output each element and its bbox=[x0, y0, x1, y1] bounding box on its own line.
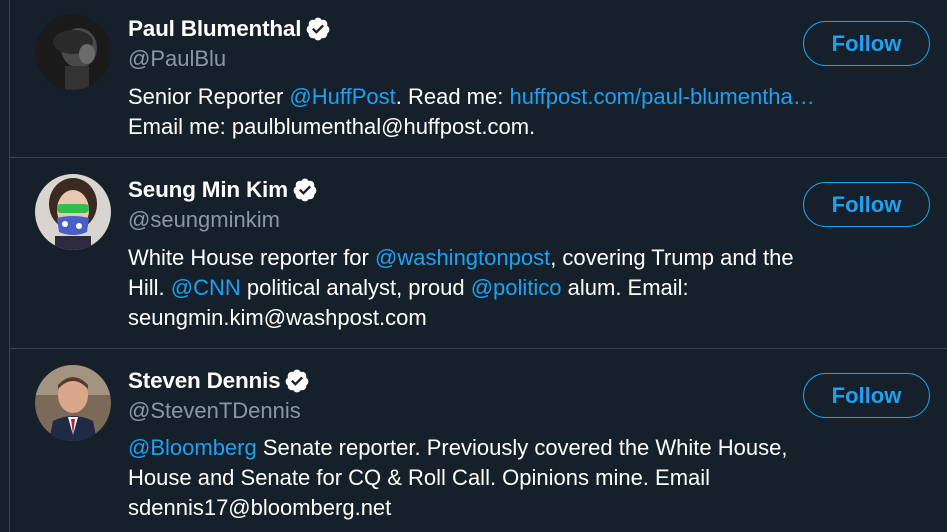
verified-badge-icon bbox=[284, 368, 310, 394]
user-list: Paul Blumenthal @PaulBlu Senior Reporter… bbox=[9, 0, 947, 532]
follow-button[interactable]: Follow bbox=[803, 21, 930, 66]
avatar[interactable] bbox=[35, 365, 111, 441]
bio-text: House and Senate for CQ & Roll Call. Opi… bbox=[128, 465, 711, 490]
bio-text: seungmin.kim@washpost.com bbox=[128, 305, 427, 330]
bio-text: political analyst, proud bbox=[240, 275, 471, 300]
bio-text: Email me: paulblumenthal@huffpost.com. bbox=[128, 114, 536, 139]
bio-text: . Read me: bbox=[395, 84, 510, 109]
bio-text: , covering Trump and the bbox=[550, 245, 794, 270]
bio: White House reporter for @washingtonpost… bbox=[128, 243, 928, 333]
avatar[interactable] bbox=[35, 174, 111, 250]
display-name[interactable]: Steven Dennis bbox=[128, 368, 281, 394]
handle: @StevenTDennis bbox=[128, 398, 301, 423]
mention-link[interactable]: @politico bbox=[471, 275, 562, 300]
follow-button[interactable]: Follow bbox=[803, 182, 930, 227]
name-line: Paul Blumenthal bbox=[128, 14, 331, 44]
name-line: Steven Dennis bbox=[128, 366, 310, 396]
url-link[interactable]: huffpost.com/paul-blumentha… bbox=[509, 84, 814, 109]
bio-text: Senior Reporter bbox=[128, 84, 290, 109]
user-row-seung-min-kim[interactable]: Seung Min Kim @seungminkim White House r… bbox=[10, 158, 947, 349]
bio-text: Senate reporter. Previously covered the … bbox=[256, 435, 788, 460]
verified-badge-icon bbox=[292, 177, 318, 203]
name-line: Seung Min Kim bbox=[128, 175, 318, 205]
bio: @Bloomberg Senate reporter. Previously c… bbox=[128, 433, 928, 523]
bio-text: sdennis17@bloomberg.net bbox=[128, 495, 392, 520]
mention-link[interactable]: @CNN bbox=[171, 275, 241, 300]
display-name[interactable]: Seung Min Kim bbox=[128, 177, 288, 203]
mention-link[interactable]: @Bloomberg bbox=[128, 435, 257, 460]
bio-text: Hill. bbox=[128, 275, 171, 300]
mention-link[interactable]: @HuffPost bbox=[289, 84, 395, 109]
user-row-paul-blumenthal[interactable]: Paul Blumenthal @PaulBlu Senior Reporter… bbox=[10, 0, 947, 158]
mention-link[interactable]: @washingtonpost bbox=[375, 245, 550, 270]
verified-badge-icon bbox=[305, 16, 331, 42]
handle: @seungminkim bbox=[128, 207, 280, 232]
avatar[interactable] bbox=[35, 14, 111, 90]
display-name[interactable]: Paul Blumenthal bbox=[128, 16, 301, 42]
bio-text: White House reporter for bbox=[128, 245, 375, 270]
handle: @PaulBlu bbox=[128, 46, 227, 71]
bio: Senior Reporter @HuffPost. Read me: huff… bbox=[128, 82, 928, 142]
bio-text: alum. Email: bbox=[561, 275, 689, 300]
follow-button[interactable]: Follow bbox=[803, 373, 930, 418]
user-row-steven-dennis[interactable]: Steven Dennis @StevenTDennis @Bloomberg … bbox=[10, 349, 947, 532]
